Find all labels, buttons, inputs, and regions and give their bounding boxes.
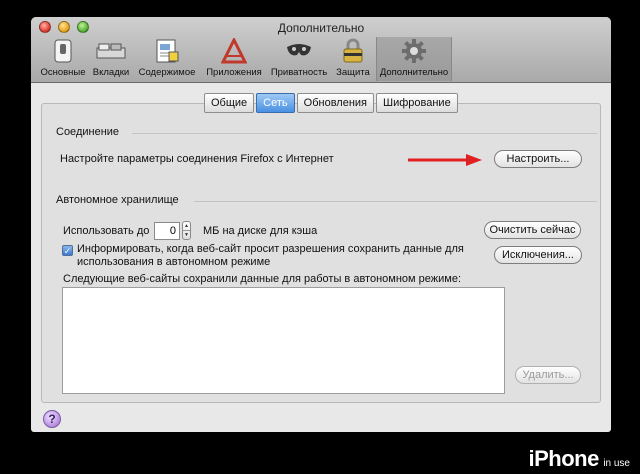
toolbar-item-advanced[interactable]: Дополнительно bbox=[376, 37, 452, 81]
window-title: Дополнительно bbox=[277, 21, 365, 35]
connection-description: Настройте параметры соединения Firefox с… bbox=[60, 153, 334, 165]
watermark: iPhone in use bbox=[529, 446, 630, 472]
applications-icon bbox=[218, 37, 250, 65]
configure-connection-button[interactable]: Настроить... bbox=[494, 150, 582, 168]
clear-cache-button[interactable]: Очистить сейчас bbox=[484, 221, 581, 239]
toolbar-item-security[interactable]: Защита bbox=[333, 37, 373, 81]
toolbar-item-applications[interactable]: Приложения bbox=[203, 37, 265, 81]
preferences-content: Соединение Настройте параметры соединени… bbox=[31, 84, 611, 432]
padlock-icon bbox=[337, 37, 369, 65]
tabs-icon bbox=[95, 37, 127, 65]
cache-size-input[interactable]: 0 bbox=[154, 222, 180, 240]
connection-section-title: Соединение bbox=[56, 126, 120, 138]
toolbar-item-general[interactable]: Основные bbox=[39, 37, 87, 81]
notify-offline-label-line2: использования в автономном режиме bbox=[77, 256, 271, 268]
watermark-suffix: in use bbox=[603, 458, 630, 469]
toolbar-item-privacy[interactable]: Приватность bbox=[269, 37, 329, 81]
offline-separator bbox=[194, 201, 597, 202]
connection-separator bbox=[132, 133, 597, 134]
switch-icon bbox=[47, 37, 79, 65]
offline-sites-list-label: Следующие веб-сайты сохранили данные для… bbox=[63, 273, 462, 285]
cache-limit-suffix: МБ на диске для кэша bbox=[203, 225, 318, 237]
notify-offline-label-line1: Информировать, когда веб-сайт просит раз… bbox=[77, 243, 464, 255]
notify-offline-checkbox[interactable]: ✓ bbox=[62, 245, 73, 256]
content-icon bbox=[151, 37, 183, 65]
tab-encryption[interactable]: Шифрование bbox=[376, 93, 458, 113]
gear-icon bbox=[398, 37, 430, 65]
network-panel: Соединение Настройте параметры соединени… bbox=[41, 103, 601, 403]
offline-storage-section-title: Автономное хранилище bbox=[56, 194, 179, 206]
toolbar-item-content[interactable]: Содержимое bbox=[137, 37, 197, 81]
stepper-down-icon[interactable]: ▼ bbox=[183, 231, 190, 239]
stepper-up-icon[interactable]: ▲ bbox=[183, 222, 190, 230]
toolbar-item-tabs[interactable]: Вкладки bbox=[89, 37, 133, 81]
remove-site-button[interactable]: Удалить... bbox=[515, 366, 581, 384]
title-bar: Дополнительно Основные Вкладки Содержимо… bbox=[31, 17, 611, 83]
red-arrow-annotation bbox=[408, 154, 482, 166]
cache-limit-prefix: Использовать до bbox=[63, 225, 150, 237]
tab-network[interactable]: Сеть bbox=[256, 93, 295, 113]
privacy-mask-icon bbox=[283, 37, 315, 65]
watermark-brand: iPhone bbox=[528, 446, 600, 471]
tab-general[interactable]: Общие bbox=[204, 93, 255, 113]
tab-updates[interactable]: Обновления bbox=[296, 93, 374, 113]
help-button[interactable]: ? bbox=[43, 410, 61, 428]
cache-size-stepper[interactable]: ▲ ▼ bbox=[182, 221, 191, 240]
exceptions-button[interactable]: Исключения... bbox=[494, 246, 582, 264]
preferences-window: Дополнительно Основные Вкладки Содержимо… bbox=[31, 17, 611, 432]
offline-sites-list[interactable] bbox=[62, 287, 505, 394]
preferences-tabs: Общие Сеть Обновления Шифрование bbox=[204, 93, 460, 113]
